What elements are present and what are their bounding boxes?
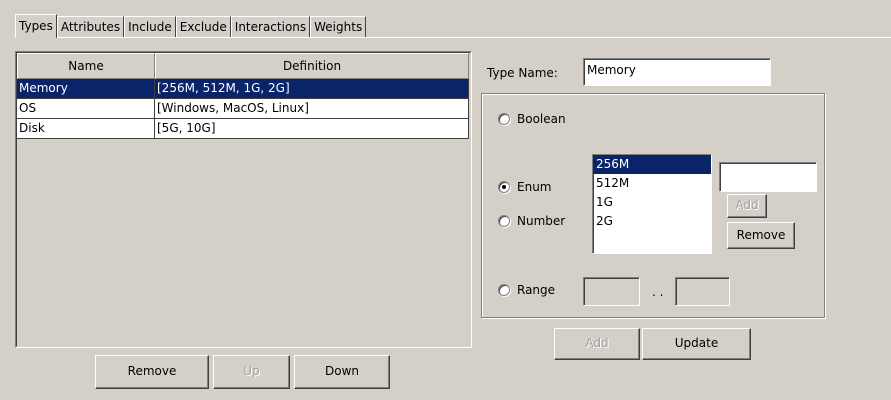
radio-number[interactable]: Number: [498, 214, 565, 228]
range-to-input[interactable]: [675, 277, 730, 306]
add-type-button[interactable]: Add: [554, 328, 640, 360]
radio-enum-label: Enum: [517, 180, 552, 194]
table-row[interactable]: Memory [256M, 512M, 1G, 2G]: [17, 79, 470, 99]
radio-range-label: Range: [517, 283, 556, 297]
radio-boolean[interactable]: Boolean: [498, 112, 566, 126]
table-cell-definition: [256M, 512M, 1G, 2G]: [155, 79, 469, 99]
remove-type-button[interactable]: Remove: [95, 355, 209, 389]
range-from-input[interactable]: [583, 277, 640, 306]
table-row[interactable]: OS [Windows, MacOS, Linux]: [17, 99, 470, 119]
radio-enum-indicator[interactable]: [498, 181, 510, 193]
column-header-name[interactable]: Name: [17, 53, 155, 79]
radio-number-label: Number: [517, 214, 566, 228]
radio-boolean-indicator[interactable]: [498, 113, 510, 125]
type-name-input[interactable]: Memory: [583, 58, 771, 86]
table-cell-name: Disk: [17, 119, 155, 139]
tab-interactions[interactable]: Interactions: [230, 16, 311, 38]
tab-weights[interactable]: Weights: [310, 16, 367, 38]
list-item[interactable]: 256M: [593, 155, 711, 174]
tab-types[interactable]: Types: [15, 14, 57, 38]
radio-range-indicator[interactable]: [498, 284, 510, 296]
update-type-button[interactable]: Update: [642, 328, 751, 360]
radio-boolean-label: Boolean: [517, 112, 566, 126]
column-header-definition[interactable]: Definition: [155, 53, 469, 79]
table-row[interactable]: Disk [5G, 10G]: [17, 119, 470, 139]
tab-include[interactable]: Include: [124, 16, 176, 38]
radio-enum[interactable]: Enum: [498, 180, 551, 194]
tab-exclude[interactable]: Exclude: [175, 16, 231, 38]
table-header: Name Definition: [17, 53, 470, 79]
move-down-button[interactable]: Down: [294, 355, 390, 389]
list-item[interactable]: 512M: [593, 174, 711, 193]
table-cell-name: Memory: [17, 79, 155, 99]
table-cell-definition: [5G, 10G]: [155, 119, 469, 139]
type-name-label: Type Name:: [487, 66, 558, 80]
list-item[interactable]: 1G: [593, 193, 711, 212]
list-item[interactable]: 2G: [593, 212, 711, 231]
tab-attributes[interactable]: Attributes: [56, 16, 125, 38]
move-up-button[interactable]: Up: [213, 355, 290, 389]
radio-number-indicator[interactable]: [498, 215, 510, 227]
enum-add-button[interactable]: Add: [727, 194, 767, 218]
enum-values-list[interactable]: 256M 512M 1G 2G: [592, 154, 712, 254]
table-cell-name: OS: [17, 99, 155, 119]
enum-value-input[interactable]: [719, 162, 817, 192]
range-separator: . .: [652, 285, 664, 299]
types-table: Name Definition Memory [256M, 512M, 1G, …: [15, 51, 472, 348]
tab-bar: Types Attributes Include Exclude Interac…: [15, 14, 367, 38]
radio-range[interactable]: Range: [498, 283, 555, 297]
enum-remove-button[interactable]: Remove: [727, 222, 795, 249]
tab-divider: [15, 37, 891, 38]
table-cell-definition: [Windows, MacOS, Linux]: [155, 99, 469, 119]
